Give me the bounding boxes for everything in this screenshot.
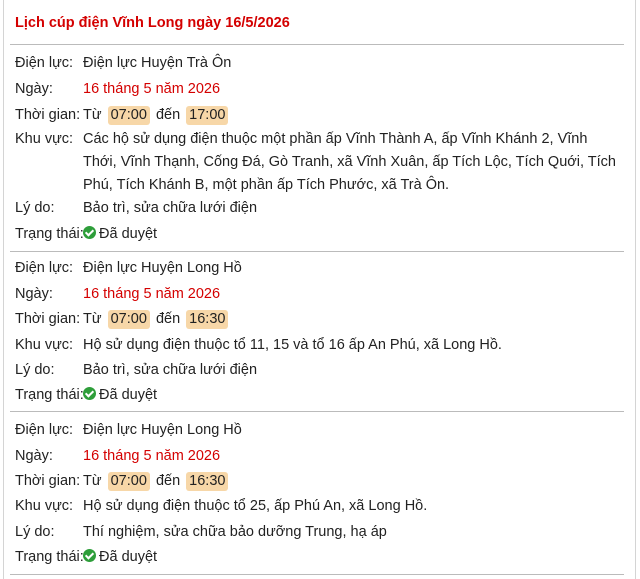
time-label: Thời gian: [15, 107, 81, 123]
divider [10, 44, 624, 45]
status-text: Đã duyệt [99, 226, 158, 242]
to-text: đến [155, 311, 181, 327]
provider-label: Điện lực: [15, 422, 74, 438]
check-circle-icon [83, 226, 96, 239]
provider-value: Điện lực Huyện Long Hồ [83, 422, 242, 438]
time-value: Từ 07:00 đến 16:30 [83, 470, 623, 492]
status-value: Đã duyệt [83, 546, 623, 568]
start-time-badge: 07:00 [107, 472, 150, 491]
to-text: đến [155, 107, 181, 123]
date-value: 16 tháng 5 năm 2026 [83, 286, 221, 302]
check-circle-icon [83, 549, 96, 562]
status-text: Đã duyệt [99, 387, 158, 403]
date-label: Ngày: [15, 286, 53, 302]
area-value: Hộ sử dụng điện thuộc tổ 11, 15 và tổ 16… [83, 337, 502, 353]
provider-label: Điện lực: [15, 260, 74, 276]
status-label: Trạng thái: [15, 387, 84, 403]
area-value: Các hộ sử dụng điện thuộc một phần ấp Vĩ… [83, 131, 616, 193]
end-time-badge: 16:30 [186, 310, 229, 329]
start-time-badge: 07:00 [107, 310, 150, 329]
time-value: Từ 07:00 đến 17:00 [83, 104, 623, 126]
area-value: Hộ sử dụng điện thuộc tổ 25, ấp Phú An, … [83, 498, 428, 514]
time-value: Từ 07:00 đến 16:30 [83, 308, 623, 330]
from-text: Từ [83, 311, 102, 327]
area-label: Khu vực: [15, 498, 74, 514]
provider-label: Điện lực: [15, 55, 74, 71]
page-title: Lịch cúp điện Vĩnh Long ngày 16/5/2026 [15, 15, 290, 31]
reason-value: Bảo trì, sửa chữa lưới điện [83, 200, 258, 216]
to-text: đến [155, 473, 181, 489]
from-text: Từ [83, 473, 102, 489]
reason-value: Thí nghiệm, sửa chữa bảo dưỡng Trung, hạ… [83, 524, 387, 540]
status-text: Đã duyệt [99, 549, 158, 565]
status-label: Trạng thái: [15, 549, 84, 565]
date-value: 16 tháng 5 năm 2026 [83, 448, 221, 464]
end-time-badge: 16:30 [186, 472, 229, 491]
end-time-badge: 17:00 [186, 106, 229, 125]
provider-value: Điện lực Huyện Long Hồ [83, 260, 242, 276]
status-label: Trạng thái: [15, 226, 84, 242]
reason-label: Lý do: [15, 200, 55, 216]
area-label: Khu vực: [15, 337, 74, 353]
divider [10, 574, 624, 575]
time-label: Thời gian: [15, 473, 81, 489]
reason-label: Lý do: [15, 362, 55, 378]
status-value: Đã duyệt [83, 384, 623, 406]
check-circle-icon [83, 387, 96, 400]
divider [10, 411, 624, 412]
time-label: Thời gian: [15, 311, 81, 327]
reason-value: Bảo trì, sửa chữa lưới điện [83, 362, 258, 378]
area-label: Khu vực: [15, 131, 74, 147]
from-text: Từ [83, 107, 102, 123]
divider [10, 251, 624, 252]
date-value: 16 tháng 5 năm 2026 [83, 81, 221, 97]
start-time-badge: 07:00 [107, 106, 150, 125]
date-label: Ngày: [15, 81, 53, 97]
status-value: Đã duyệt [83, 223, 623, 245]
reason-label: Lý do: [15, 524, 55, 540]
provider-value: Điện lực Huyện Trà Ôn [83, 55, 232, 71]
date-label: Ngày: [15, 448, 53, 464]
